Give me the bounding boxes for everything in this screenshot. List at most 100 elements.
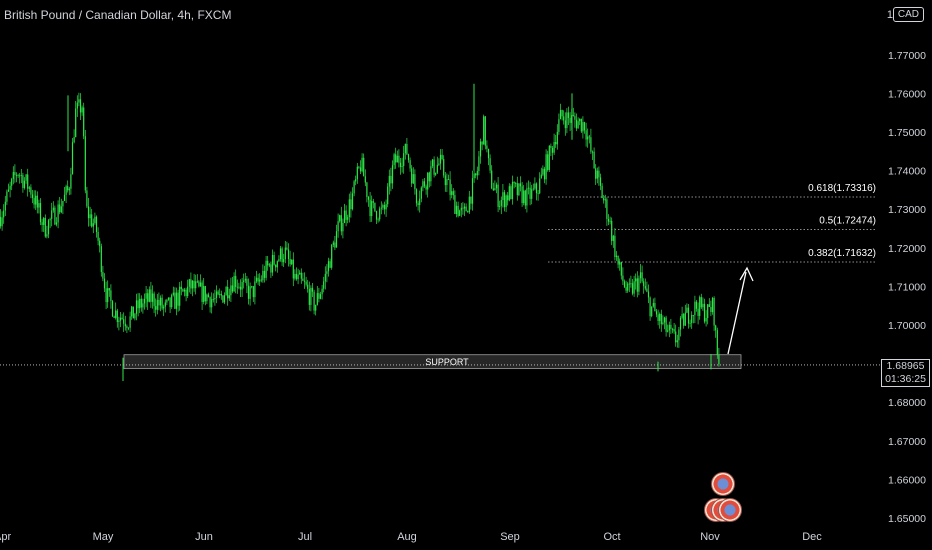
candle-body <box>268 264 270 266</box>
candle-body <box>84 136 86 191</box>
flag-coins-icon[interactable] <box>704 472 742 522</box>
candle-body <box>113 316 115 318</box>
candle-body <box>401 165 403 167</box>
candle-body <box>4 201 6 211</box>
candle-body <box>319 294 322 299</box>
candle-body <box>308 288 310 305</box>
candle-body <box>705 317 707 322</box>
candle-body <box>385 204 387 210</box>
y-tick-label: 1.68000 <box>888 397 926 409</box>
y-tick-label: 1.66000 <box>888 474 926 486</box>
candle-body <box>145 293 147 299</box>
candle-body <box>257 277 259 282</box>
candle-body <box>65 186 67 195</box>
candle-body <box>132 306 134 319</box>
y-tick-label: 1.74000 <box>888 166 926 178</box>
candle-body <box>649 297 651 317</box>
candle-body <box>3 210 5 218</box>
candle-body <box>491 170 493 189</box>
candle-body <box>67 186 69 191</box>
candle-body <box>372 201 374 203</box>
candle-body <box>438 163 440 165</box>
candle-body <box>503 192 506 208</box>
x-tick-label: Sep <box>500 531 520 543</box>
candle-body <box>307 284 309 289</box>
price-chart[interactable]: 1.77000 1.76000 1.75000 1.74000 1.73000 1.720… <box>0 0 932 550</box>
candle-body <box>347 217 349 220</box>
candle-body <box>244 278 246 281</box>
candle-body <box>246 278 248 286</box>
candle-body <box>583 122 586 131</box>
candle-body <box>279 248 282 260</box>
currency-badge[interactable]: CAD <box>892 7 924 22</box>
candle-body <box>233 275 235 292</box>
candle-body <box>699 297 701 316</box>
candle-body <box>291 259 293 265</box>
candle-body <box>545 154 547 180</box>
candle-body <box>713 298 715 326</box>
candle-body <box>473 173 475 179</box>
candle-body <box>295 273 298 280</box>
candle-body <box>263 270 266 278</box>
bar-countdown: 01:36:25 <box>885 373 926 385</box>
candle-body <box>259 279 261 282</box>
candle-body <box>511 181 514 200</box>
candle-body <box>161 297 163 309</box>
candle-body <box>267 260 269 266</box>
candle-body <box>585 130 587 140</box>
candle-body <box>127 327 130 329</box>
candle-body <box>391 165 394 184</box>
candle-body <box>588 136 590 138</box>
candle-body <box>343 210 346 223</box>
candle-body <box>667 330 669 332</box>
candle-body <box>215 291 218 298</box>
candle-body <box>444 175 446 186</box>
candle-body <box>462 207 464 209</box>
candle-body <box>220 293 222 296</box>
candle-body <box>531 189 533 199</box>
candle-body <box>471 178 474 204</box>
candle-body <box>313 291 315 311</box>
candle-body <box>657 314 659 321</box>
x-tick-label: Apr <box>0 531 11 543</box>
candle-body <box>601 185 603 198</box>
candle-body <box>455 205 458 214</box>
candle-body <box>692 315 694 316</box>
candle-body <box>579 118 581 122</box>
candle-body <box>499 205 501 207</box>
candle-body <box>476 171 478 176</box>
y-tick-label: 1.65000 <box>888 513 926 525</box>
candle-body <box>715 325 717 331</box>
candle-body <box>324 273 326 282</box>
candle-body <box>38 203 40 208</box>
candle-body <box>337 221 339 232</box>
candle-body <box>487 148 490 159</box>
candle-body <box>348 199 350 218</box>
candle-body <box>575 119 578 129</box>
candle-body <box>75 108 77 138</box>
candle-body <box>329 261 331 268</box>
candle-body <box>411 168 413 184</box>
candle-body <box>108 288 110 291</box>
candle-body <box>697 308 699 316</box>
candle-body <box>174 292 176 309</box>
candle-body <box>326 271 328 274</box>
candle-body <box>46 234 48 237</box>
candle-body <box>395 154 397 163</box>
candle-body <box>36 195 38 208</box>
projection-arrow <box>727 271 747 355</box>
candle-body <box>167 297 170 300</box>
candle-body <box>415 189 418 204</box>
candle-body <box>340 215 342 232</box>
candle-body <box>316 293 318 305</box>
y-tick-label: 1.72000 <box>888 243 926 255</box>
candle-body <box>457 205 459 216</box>
candle-body <box>278 259 280 262</box>
candle-body <box>670 324 672 329</box>
candle-body <box>431 159 434 167</box>
candle-body <box>614 235 616 257</box>
candle-body <box>110 290 112 302</box>
candle-body <box>323 281 325 289</box>
candle-body <box>276 261 278 268</box>
candle-body <box>366 182 368 197</box>
